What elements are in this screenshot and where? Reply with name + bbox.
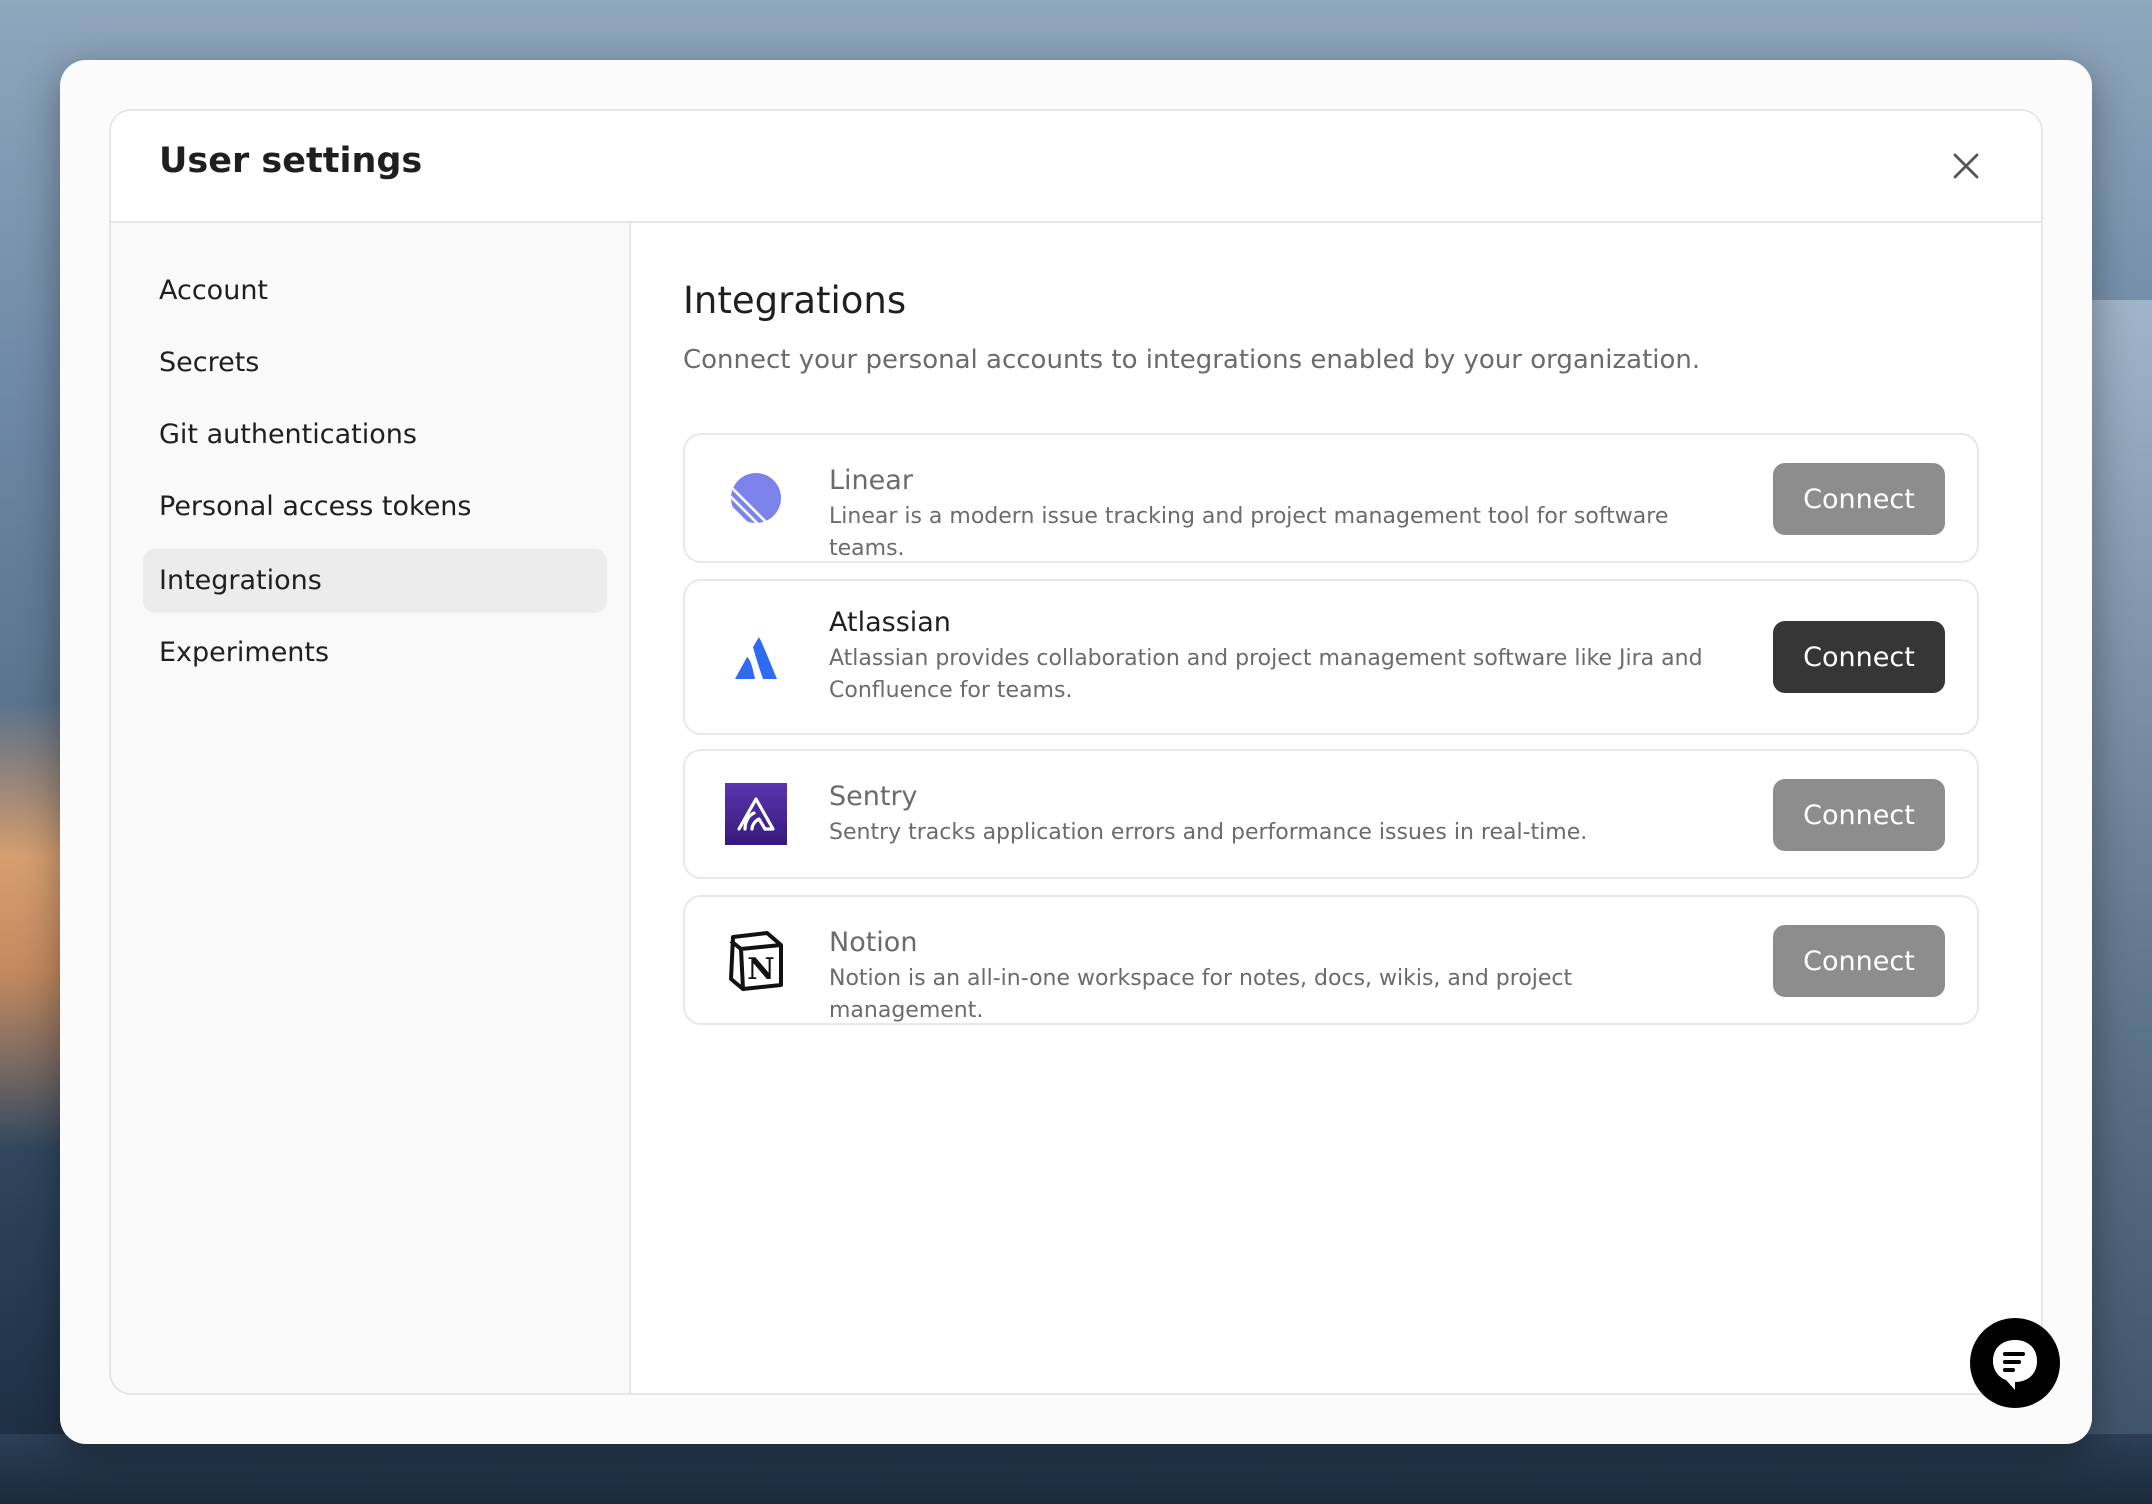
modal-title: User settings (159, 141, 423, 181)
chat-bubble-icon (1993, 1340, 2037, 1390)
modal-header: User settings (111, 111, 2041, 223)
integration-card-sentry: Sentry Sentry tracks application errors … (683, 749, 1979, 879)
chat-support-button[interactable] (1970, 1318, 2060, 1408)
close-button[interactable] (1949, 149, 1983, 183)
integrations-panel: Integrations Connect your personal accou… (633, 223, 2041, 1393)
integration-name: Sentry (829, 781, 918, 812)
integration-name: Notion (829, 927, 918, 958)
integration-description: Linear is a modern issue tracking and pr… (829, 504, 1669, 561)
sidebar-item-secrets[interactable]: Secrets (143, 331, 607, 395)
page-title: Integrations (683, 279, 907, 322)
integration-card-atlassian: Atlassian Atlassian provides collaborati… (683, 579, 1979, 735)
connect-atlassian-button[interactable]: Connect (1773, 621, 1945, 693)
sidebar-item-integrations[interactable]: Integrations (143, 549, 607, 613)
window-frame: User settings Account Secrets Git authen… (60, 60, 2092, 1444)
page-subtitle: Connect your personal accounts to integr… (683, 345, 1701, 375)
sidebar-item-personal-access-tokens[interactable]: Personal access tokens (143, 475, 607, 539)
integration-description: Sentry tracks application errors and per… (829, 820, 1588, 845)
integration-name: Linear (829, 465, 913, 496)
connect-sentry-button[interactable]: Connect (1773, 779, 1945, 851)
sidebar-item-experiments[interactable]: Experiments (143, 621, 607, 685)
linear-logo-icon (723, 465, 789, 531)
background-bottom (0, 1434, 2152, 1504)
integration-card-linear: Linear Linear is a modern issue tracking… (683, 433, 1979, 563)
settings-modal: User settings Account Secrets Git authen… (109, 109, 2043, 1395)
connect-notion-button[interactable]: Connect (1773, 925, 1945, 997)
sidebar-item-git-authentications[interactable]: Git authentications (143, 403, 607, 467)
integration-description: Notion is an all-in-one workspace for no… (829, 966, 1573, 1023)
svg-text:N: N (747, 952, 774, 987)
connect-linear-button[interactable]: Connect (1773, 463, 1945, 535)
sentry-logo-icon (723, 781, 789, 847)
atlassian-logo-icon (723, 625, 789, 691)
close-icon (1953, 153, 1979, 179)
integration-card-notion: N Notion Notion is an all-in-one workspa… (683, 895, 1979, 1025)
integration-description: Atlassian provides collaboration and pro… (829, 646, 1703, 703)
integration-name: Atlassian (829, 607, 951, 638)
settings-sidebar: Account Secrets Git authentications Pers… (111, 223, 631, 1393)
sidebar-item-account[interactable]: Account (143, 259, 607, 323)
notion-logo-icon: N (723, 927, 789, 993)
